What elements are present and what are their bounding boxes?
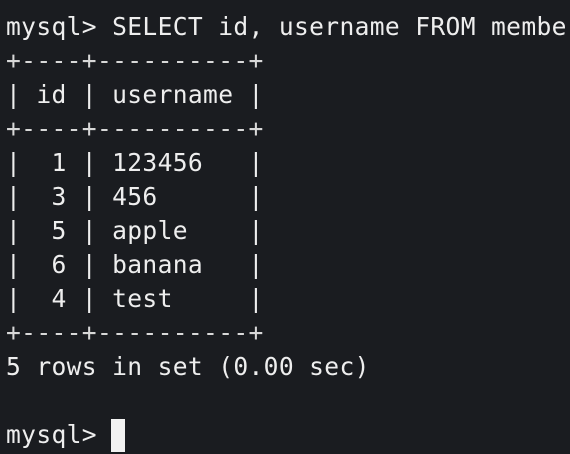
table-border-top: +----+----------+ bbox=[6, 46, 264, 75]
prompt-label: mysql> bbox=[6, 420, 97, 449]
result-summary: 5 rows in set (0.00 sec) bbox=[6, 352, 370, 381]
text-cursor bbox=[110, 418, 125, 452]
table-row: | 1 | 123456 | bbox=[6, 148, 264, 177]
table-border-middle: +----+----------+ bbox=[6, 114, 264, 143]
table-header: | id | username | bbox=[6, 80, 264, 109]
table-row: | 5 | apple | bbox=[6, 216, 264, 245]
prompt-line[interactable]: mysql> bbox=[6, 418, 125, 452]
command-line: mysql> SELECT id, username FROM member; bbox=[6, 12, 570, 41]
table-row: | 4 | test | bbox=[6, 284, 264, 313]
terminal-window[interactable]: mysql> SELECT id, username FROM member; … bbox=[0, 0, 570, 454]
table-row: | 6 | banana | bbox=[6, 250, 264, 279]
table-border-bottom: +----+----------+ bbox=[6, 318, 264, 347]
table-row: | 3 | 456 | bbox=[6, 182, 264, 211]
